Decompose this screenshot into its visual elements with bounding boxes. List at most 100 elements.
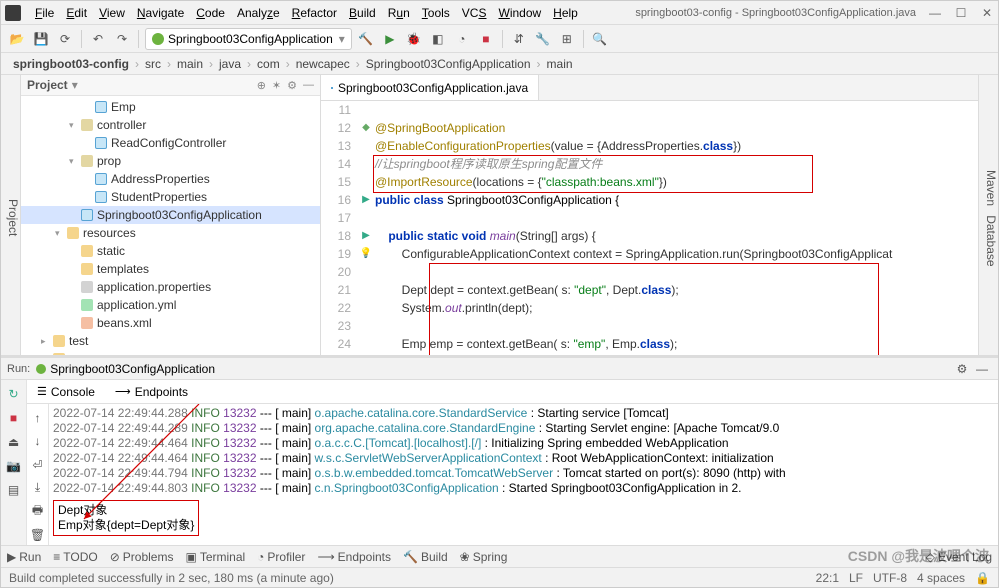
gear-icon[interactable]: ⚙ — [287, 79, 297, 92]
coverage-icon[interactable]: ◧ — [428, 29, 448, 49]
vcs-icon[interactable]: ⇵ — [509, 29, 529, 49]
run-gear-icon[interactable]: ⚙ — [952, 359, 972, 379]
maximize-button[interactable]: ☐ — [954, 6, 968, 20]
run-tool-window: Run: Springboot03ConfigApplication ⚙ — ↻… — [1, 355, 998, 545]
line-sep[interactable]: LF — [849, 571, 863, 585]
undo-icon[interactable]: ↶ — [88, 29, 108, 49]
tree-item[interactable]: AddressProperties — [21, 170, 320, 188]
indent[interactable]: 4 spaces — [917, 571, 965, 585]
print-icon[interactable]: 🖶 — [28, 502, 48, 522]
menu-file[interactable]: File — [29, 6, 60, 20]
tree-item[interactable]: ReadConfigController — [21, 134, 320, 152]
bottom-endpoints[interactable]: ⟶ Endpoints — [317, 550, 391, 564]
open-icon[interactable]: 📂 — [7, 29, 27, 49]
tree-item[interactable]: ▾resources — [21, 224, 320, 242]
wrench-icon[interactable]: 🔧 — [533, 29, 553, 49]
exit-icon[interactable]: ⏏ — [4, 432, 24, 452]
bc-src[interactable]: src — [141, 57, 165, 71]
profile-icon[interactable]: ◔ — [452, 29, 472, 49]
hammer-icon[interactable]: 🔨 — [356, 29, 376, 49]
locate-icon[interactable]: ⊕ — [257, 79, 266, 92]
app-logo — [5, 5, 21, 21]
left-toolwindow-stripe[interactable]: Project — [1, 75, 21, 355]
wrap-icon[interactable]: ⏎ — [28, 455, 48, 474]
bottom-stripe: ▶ Run ≡ TODO ⊘ Problems ▣ Terminal ◔ Pro… — [1, 545, 998, 567]
tree-item[interactable]: templates — [21, 260, 320, 278]
scroll-icon[interactable]: ⤓ — [28, 478, 48, 497]
menu-code[interactable]: Code — [190, 6, 231, 20]
menu-tools[interactable]: Tools — [416, 6, 456, 20]
trash-icon[interactable]: 🗑 — [28, 526, 48, 545]
editor-tab[interactable]: Springboot03ConfigApplication.java — [321, 75, 539, 100]
run-title-prefix: Run: — [7, 363, 30, 375]
bottom-build[interactable]: 🔨 Build — [403, 550, 448, 564]
structure-icon[interactable]: ⊞ — [557, 29, 577, 49]
bottom-profiler[interactable]: ◔ Profiler — [257, 550, 305, 564]
tree-item[interactable]: application.properties — [21, 278, 320, 296]
tree-item[interactable]: beans.xml — [21, 314, 320, 332]
project-tree[interactable]: Emp▾controllerReadConfigController▾propA… — [21, 96, 320, 355]
lock-icon[interactable]: 🔒 — [975, 571, 990, 585]
right-toolwindow-stripe[interactable]: Maven Database — [978, 75, 998, 355]
run-config-select[interactable]: Springboot03ConfigApplication ▾ — [145, 28, 352, 50]
debug-icon[interactable]: 🐞 — [404, 29, 424, 49]
menu-vcs[interactable]: VCS — [456, 6, 493, 20]
java-class-icon — [331, 87, 333, 89]
console-output[interactable]: 2022-07-14 22:49:44.288 INFO 13232 --- [… — [49, 404, 998, 545]
menu-navigate[interactable]: Navigate — [131, 6, 190, 20]
tree-item[interactable]: Emp — [21, 98, 320, 116]
bottom-todo[interactable]: ≡ TODO — [53, 550, 97, 564]
menu-run[interactable]: Run — [382, 6, 416, 20]
bc-com[interactable]: com — [253, 57, 284, 71]
tree-item[interactable]: ▾controller — [21, 116, 320, 134]
expand-icon[interactable]: ✶ — [272, 79, 281, 92]
code-content[interactable]: @SpringBootApplication @EnableConfigurat… — [375, 101, 978, 355]
tree-item[interactable]: Springboot03ConfigApplication — [21, 206, 320, 224]
console-controls: ↑ ↓ ⏎ ⤓ 🖶 🗑 — [27, 404, 49, 545]
bottom-spring[interactable]: ❀ Spring — [460, 550, 508, 564]
hide-icon[interactable]: — — [303, 79, 314, 91]
search-icon[interactable]: 🔍 — [590, 29, 610, 49]
run-icon[interactable]: ▶ — [380, 29, 400, 49]
cursor-pos[interactable]: 22:1 — [816, 571, 839, 585]
encoding[interactable]: UTF-8 — [873, 571, 907, 585]
layout-icon[interactable]: ▤ — [4, 480, 24, 500]
bottom-problems[interactable]: ⊘ Problems — [110, 550, 174, 564]
up-icon[interactable]: ↑ — [28, 408, 48, 427]
close-button[interactable]: ✕ — [980, 6, 994, 20]
tree-item[interactable]: ▸test — [21, 332, 320, 350]
endpoints-tab[interactable]: ⟶ Endpoints — [105, 385, 198, 399]
stop-icon[interactable]: ■ — [476, 29, 496, 49]
toolbar: 📂 💾 ⟳ ↶ ↷ Springboot03ConfigApplication … — [1, 25, 998, 53]
bottom-terminal[interactable]: ▣ Terminal — [185, 550, 245, 564]
tree-item[interactable]: ▾prop — [21, 152, 320, 170]
rerun-icon[interactable]: ↻ — [4, 384, 24, 404]
bc-root[interactable]: springboot03-config — [9, 57, 133, 71]
camera-icon[interactable]: 📷 — [4, 456, 24, 476]
menu-help[interactable]: Help — [547, 6, 584, 20]
tree-item[interactable]: StudentProperties — [21, 188, 320, 206]
menu-edit[interactable]: Edit — [60, 6, 93, 20]
save-icon[interactable]: 💾 — [31, 29, 51, 49]
bc-method[interactable]: main — [543, 57, 577, 71]
menu-build[interactable]: Build — [343, 6, 382, 20]
menu-window[interactable]: Window — [492, 6, 547, 20]
menu-analyze[interactable]: Analyze — [231, 6, 286, 20]
stop-run-icon[interactable]: ■ — [4, 408, 24, 428]
bc-main[interactable]: main — [173, 57, 207, 71]
event-log[interactable]: ◇ Event Log — [926, 550, 992, 564]
tree-item[interactable]: application.yml — [21, 296, 320, 314]
bc-java[interactable]: java — [215, 57, 245, 71]
minimize-button[interactable]: — — [928, 6, 942, 20]
menu-refactor[interactable]: Refactor — [286, 6, 343, 20]
console-tab[interactable]: ☰ Console — [27, 385, 105, 399]
run-hide-icon[interactable]: — — [972, 359, 992, 379]
down-icon[interactable]: ↓ — [28, 431, 48, 450]
redo-icon[interactable]: ↷ — [112, 29, 132, 49]
bc-class[interactable]: Springboot03ConfigApplication — [362, 57, 535, 71]
bc-newcapec[interactable]: newcapec — [292, 57, 354, 71]
tree-item[interactable]: static — [21, 242, 320, 260]
bottom-run[interactable]: ▶ Run — [7, 550, 41, 564]
menu-view[interactable]: View — [93, 6, 131, 20]
sync-icon[interactable]: ⟳ — [55, 29, 75, 49]
